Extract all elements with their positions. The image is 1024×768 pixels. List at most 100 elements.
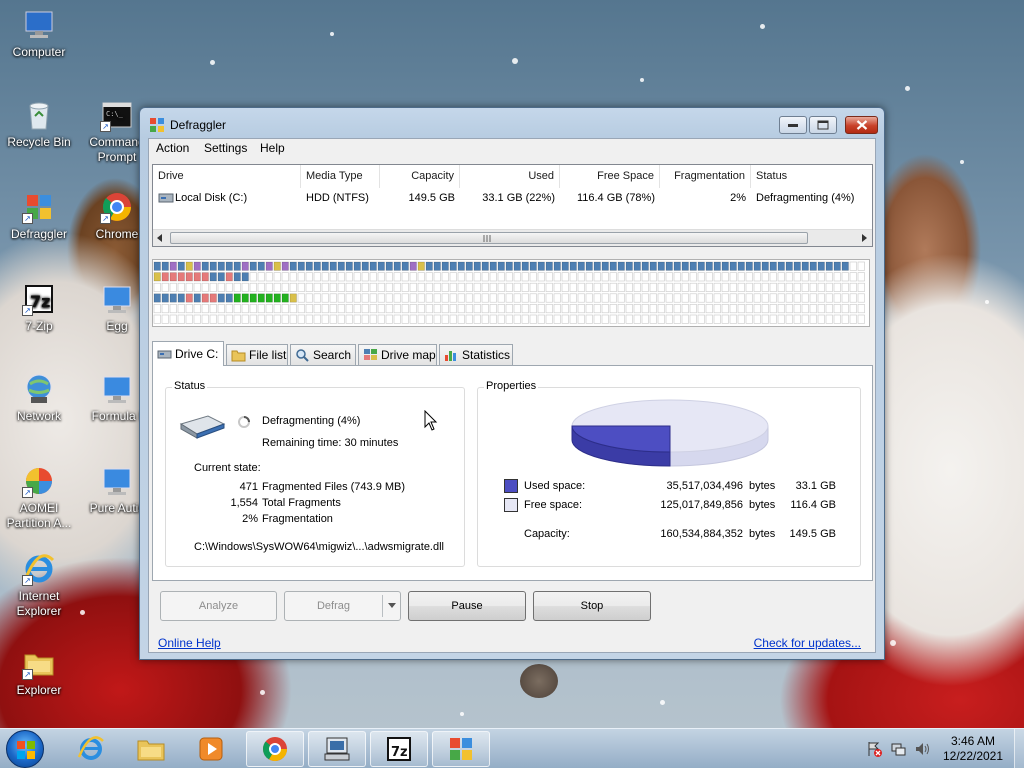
cluster-block xyxy=(569,293,577,303)
menu-help[interactable]: Help xyxy=(260,141,285,155)
shortcut-arrow-icon: ↗ xyxy=(22,213,33,224)
cluster-block xyxy=(281,314,289,324)
cluster-block xyxy=(489,282,497,292)
cluster-block xyxy=(441,304,449,314)
cluster-block xyxy=(857,314,865,324)
tab-statistics[interactable]: Statistics xyxy=(439,344,513,365)
cluster-block xyxy=(649,293,657,303)
desktop-icon-label: Explorer xyxy=(16,683,62,697)
cluster-block xyxy=(769,261,777,271)
cluster-block xyxy=(225,314,233,324)
tab-search[interactable]: Search xyxy=(290,344,356,365)
online-help-link[interactable]: Online Help xyxy=(158,636,221,650)
cluster-block xyxy=(241,304,249,314)
cluster-block xyxy=(161,293,169,303)
maximize-button[interactable] xyxy=(809,116,837,134)
cluster-block xyxy=(849,282,857,292)
cluster-block xyxy=(713,304,721,314)
cluster-block xyxy=(633,304,641,314)
desktop-icon-computer[interactable]: Computer xyxy=(0,8,78,60)
column-fragmentation[interactable]: Fragmentation xyxy=(660,165,751,188)
column-drive[interactable]: Drive xyxy=(153,165,301,188)
network-tray-icon[interactable] xyxy=(890,741,906,757)
column-media-type[interactable]: Media Type xyxy=(301,165,380,188)
action-center-icon[interactable] xyxy=(866,741,882,757)
cluster-block xyxy=(241,261,249,271)
cluster-block xyxy=(361,293,369,303)
taskbar-chrome[interactable] xyxy=(246,731,304,767)
menu-settings[interactable]: Settings xyxy=(204,141,247,155)
taskbar-device-manager[interactable] xyxy=(308,731,366,767)
cluster-block xyxy=(169,272,177,282)
horizontal-scrollbar[interactable] xyxy=(153,229,872,246)
chevron-down-icon[interactable] xyxy=(388,603,396,609)
taskbar-media-player[interactable] xyxy=(182,731,240,767)
taskbar-7zip[interactable]: 7z xyxy=(370,731,428,767)
scroll-left-icon[interactable] xyxy=(157,234,163,242)
cluster-block xyxy=(353,282,361,292)
cluster-block xyxy=(825,261,833,271)
cluster-block xyxy=(673,314,681,324)
analyze-button[interactable]: Analyze xyxy=(160,591,277,621)
column-used[interactable]: Used xyxy=(460,165,560,188)
cluster-block xyxy=(713,282,721,292)
cluster-block xyxy=(265,272,273,282)
cluster-block xyxy=(537,282,545,292)
cluster-block xyxy=(729,272,737,282)
scrollbar-thumb[interactable] xyxy=(170,232,808,244)
close-button[interactable] xyxy=(845,116,878,134)
desktop-icon-recycle-bin[interactable]: Recycle Bin xyxy=(0,98,78,150)
desktop-icon-aomei[interactable]: ↗ AOMEI Partition A... xyxy=(0,464,78,531)
cluster-block xyxy=(745,314,753,324)
taskbar-internet-explorer[interactable] xyxy=(62,731,120,767)
column-status[interactable]: Status xyxy=(751,165,873,188)
desktop-icon-internet-explorer[interactable]: ↗ Internet Explorer xyxy=(0,552,78,619)
cluster-block xyxy=(193,261,201,271)
check-updates-link[interactable]: Check for updates... xyxy=(754,636,861,650)
taskbar-file-explorer[interactable] xyxy=(122,731,180,767)
desktop-icon-label: Command Prompt xyxy=(89,135,145,164)
cluster-block xyxy=(785,304,793,314)
cluster-block xyxy=(817,293,825,303)
column-capacity[interactable]: Capacity xyxy=(380,165,460,188)
cluster-map[interactable] xyxy=(152,259,870,327)
volume-icon[interactable] xyxy=(914,741,930,757)
pause-button[interactable]: Pause xyxy=(408,591,526,621)
scroll-right-icon[interactable] xyxy=(862,234,868,242)
cluster-block xyxy=(257,314,265,324)
desktop-icon-explorer[interactable]: ↗ Explorer xyxy=(0,646,78,698)
minimize-button[interactable] xyxy=(779,116,807,134)
cluster-block xyxy=(361,304,369,314)
cluster-block xyxy=(201,293,209,303)
clock-date: 12/22/2021 xyxy=(942,749,1004,763)
tab-file-list[interactable]: File list xyxy=(226,344,288,365)
cluster-block xyxy=(209,261,217,271)
cluster-block xyxy=(465,304,473,314)
defraggler-icon xyxy=(450,738,472,760)
tab-drive-c[interactable]: Drive C: xyxy=(152,341,224,366)
menu-action[interactable]: Action xyxy=(156,141,189,155)
cluster-block xyxy=(305,272,313,282)
taskbar-defraggler[interactable] xyxy=(432,731,490,767)
cluster-block xyxy=(561,304,569,314)
cluster-block xyxy=(713,293,721,303)
cluster-block xyxy=(417,282,425,292)
cluster-block xyxy=(201,304,209,314)
start-button[interactable] xyxy=(6,730,44,768)
show-desktop-button[interactable] xyxy=(1014,729,1024,768)
cluster-block xyxy=(241,282,249,292)
cluster-block xyxy=(585,304,593,314)
tab-drive-map[interactable]: Drive map xyxy=(358,344,437,365)
defrag-button[interactable]: Defrag xyxy=(284,591,401,621)
desktop-icon-network[interactable]: Network xyxy=(0,372,78,424)
cluster-block xyxy=(617,261,625,271)
desktop-icon-7zip[interactable]: 7z ↗ 7-Zip xyxy=(0,282,78,334)
stop-button[interactable]: Stop xyxy=(533,591,651,621)
cluster-block xyxy=(529,261,537,271)
monitor-icon xyxy=(103,286,131,313)
desktop-icon-defraggler[interactable]: ↗ Defraggler xyxy=(0,190,78,242)
column-free-space[interactable]: Free Space xyxy=(560,165,660,188)
cluster-block xyxy=(649,304,657,314)
title-bar[interactable]: Defraggler xyxy=(140,108,884,140)
clock[interactable]: 3:46 AM 12/22/2021 xyxy=(934,734,1012,764)
